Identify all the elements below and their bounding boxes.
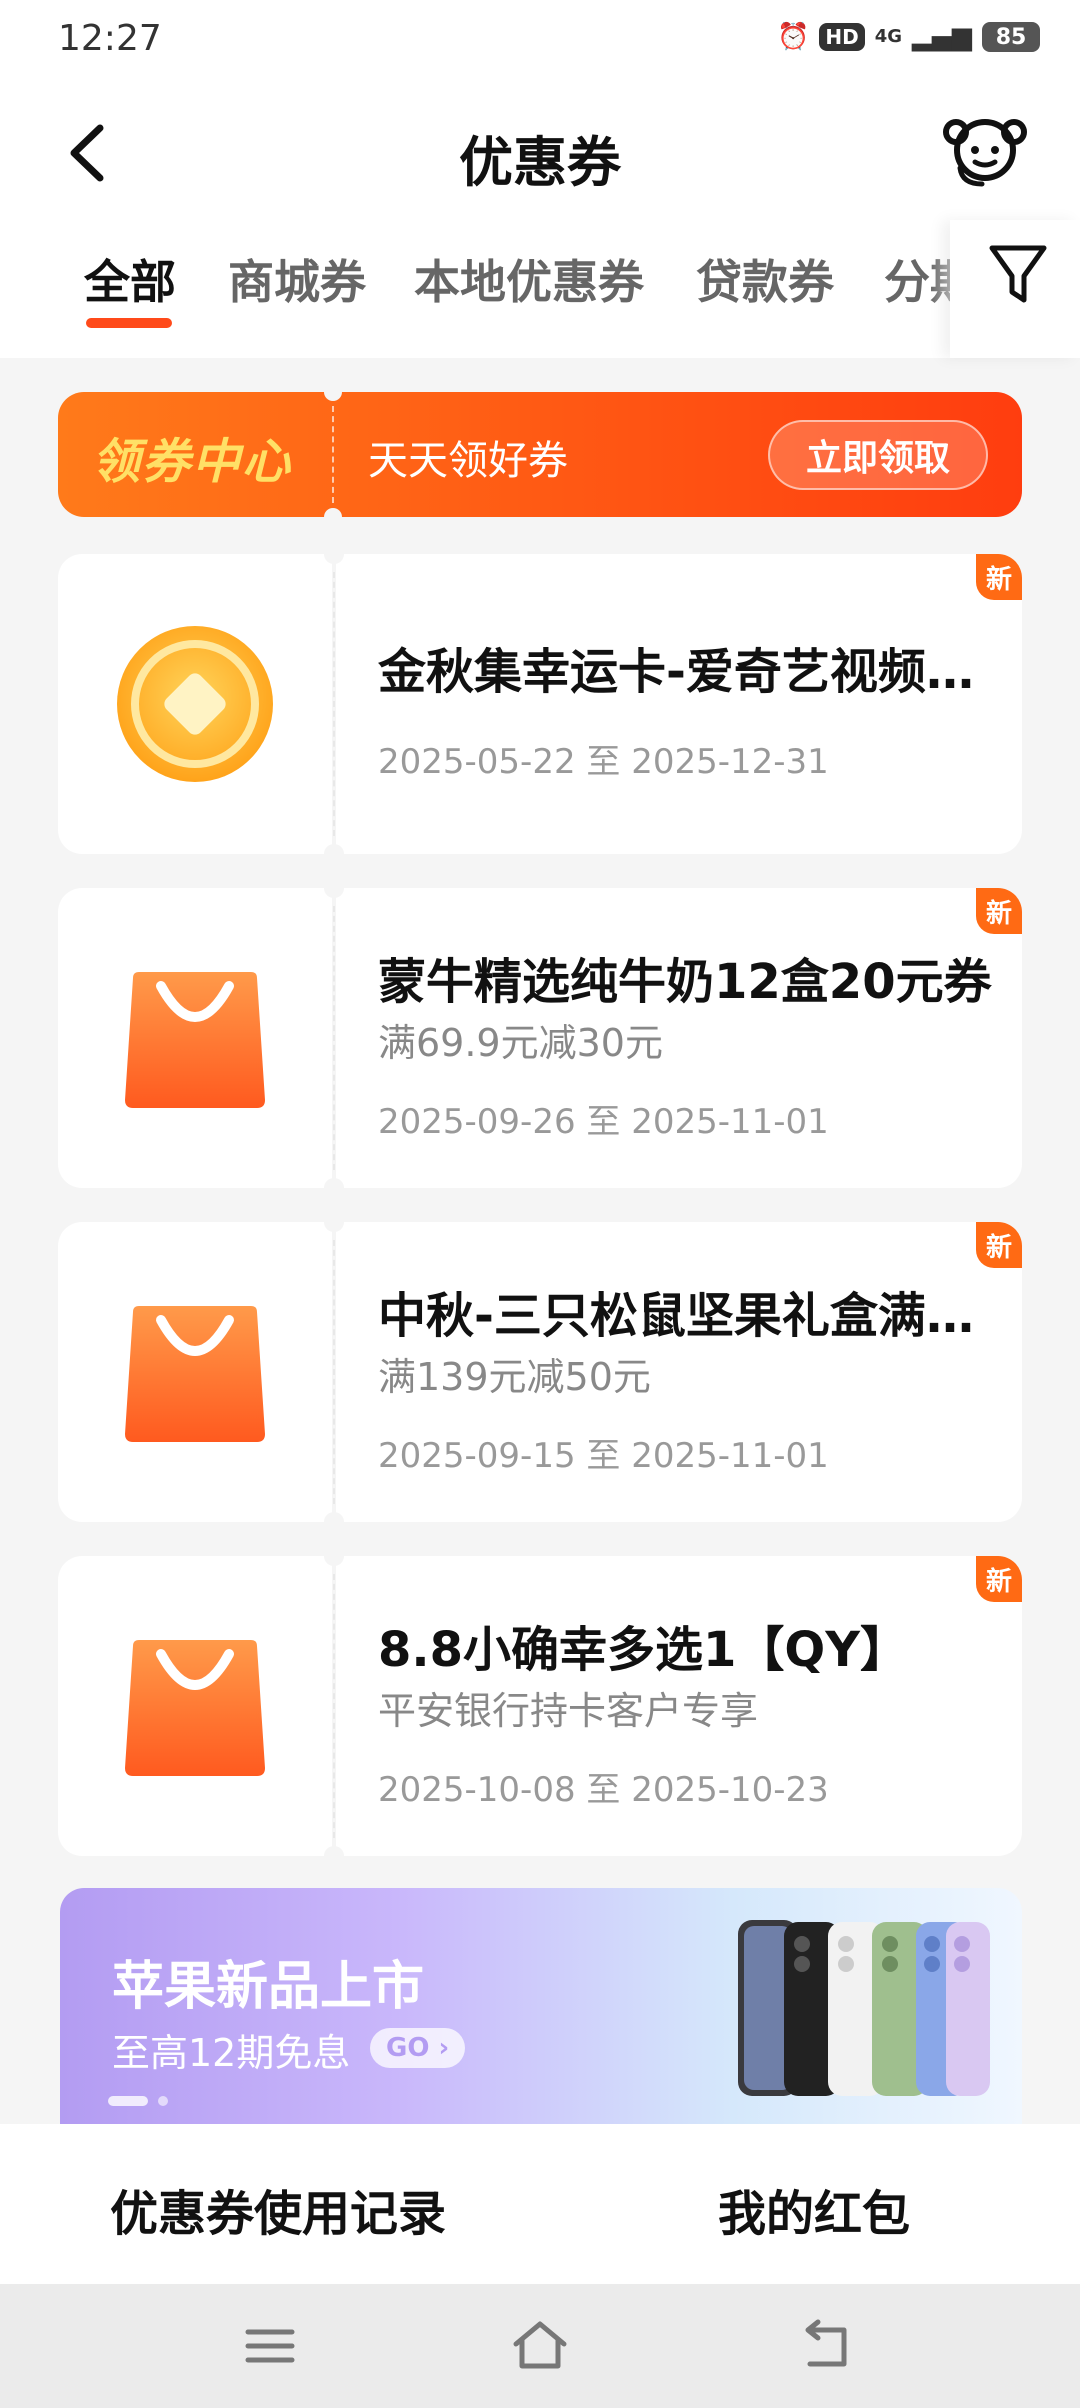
coupon-title: 蒙牛精选纯牛奶12盒20元券 <box>378 954 992 1010</box>
promo-go-button[interactable]: GO › <box>370 2028 466 2068</box>
carousel-dot-active <box>108 2096 148 2106</box>
coupon-divider <box>333 906 335 1170</box>
notch <box>324 1846 344 1866</box>
category-tabs: 全部 商城券 本地优惠券 贷款券 分期 <box>0 220 1080 358</box>
claim-now-button[interactable]: 立即领取 <box>767 420 988 490</box>
status-bar: 12:27 ⏰ HD 4G ▂▄▆ 85 <box>0 0 1080 80</box>
tab-local[interactable]: 本地优惠券 <box>414 246 644 312</box>
coupon-card[interactable]: 新 金秋集幸运卡-爱奇艺视频月卡 2025-05-22 至 2025-12-31 <box>58 544 1022 864</box>
coupon-card[interactable]: 新 中秋-三只松鼠坚果礼盒满139减50 满139元减50元 2025-09-1… <box>58 1212 1022 1532</box>
coupon-divider <box>333 1240 335 1504</box>
tab-loan[interactable]: 贷款券 <box>696 246 834 312</box>
page-title: 优惠券 <box>459 131 621 194</box>
coupon-condition: 满139元减50元 <box>378 1355 651 1399</box>
customer-service-button[interactable] <box>940 110 1030 190</box>
network-icon: 4G <box>874 26 902 47</box>
coupon-date: 2025-09-15 至 2025-11-01 <box>378 1436 829 1476</box>
notch <box>324 1546 344 1566</box>
home-icon[interactable] <box>508 2314 572 2378</box>
nav-bar: 优惠券 <box>0 80 1080 220</box>
carousel-dot <box>158 2096 168 2106</box>
signal-icon: ▂▄▆ <box>912 22 972 52</box>
shopping-bag-icon <box>125 1306 265 1442</box>
new-badge: 新 <box>976 1222 1022 1268</box>
filter-icon <box>989 245 1047 303</box>
coupon-card[interactable]: 新 蒙牛精选纯牛奶12盒20元券 满69.9元减30元 2025-09-26 至… <box>58 878 1022 1198</box>
new-badge: 新 <box>976 1556 1022 1602</box>
bottom-action-bar: 优惠券使用记录 我的红包 <box>0 2124 1080 2284</box>
battery-icon: 85 <box>982 22 1040 52</box>
robot-service-icon <box>943 119 1027 187</box>
coupon-divider <box>333 572 335 836</box>
coupon-date: 2025-10-08 至 2025-10-23 <box>378 1770 829 1810</box>
coupon-title: 金秋集幸运卡-爱奇艺视频月卡 <box>378 644 998 700</box>
tab-all[interactable]: 全部 <box>84 246 176 312</box>
notch <box>324 1178 344 1198</box>
coupon-title: 中秋-三只松鼠坚果礼盒满139减50 <box>378 1288 998 1344</box>
notch <box>324 508 342 517</box>
system-nav-bar <box>0 2284 1080 2408</box>
filter-button[interactable] <box>950 220 1080 358</box>
status-icons: ⏰ HD 4G ▂▄▆ 85 <box>777 22 1040 52</box>
new-badge: 新 <box>976 888 1022 934</box>
status-time: 12:27 <box>58 18 162 59</box>
new-badge: 新 <box>976 554 1022 600</box>
notch <box>324 878 344 898</box>
back-nav-icon[interactable] <box>794 2314 858 2378</box>
tab-mall[interactable]: 商城券 <box>228 246 366 312</box>
carousel-indicator <box>108 2096 168 2106</box>
coupon-center-title: 领券中心 <box>92 434 293 490</box>
coupon-date: 2025-05-22 至 2025-12-31 <box>378 742 829 782</box>
notch <box>324 844 344 864</box>
coupon-records-link[interactable]: 优惠券使用记录 <box>110 2174 446 2244</box>
iphone-product-image <box>738 1920 990 2096</box>
shopping-bag-icon <box>125 972 265 1108</box>
notch <box>324 1512 344 1532</box>
notch <box>324 544 344 564</box>
coupon-center-divider <box>332 406 334 503</box>
coupon-card-right <box>336 554 1022 854</box>
gold-coin-icon <box>117 626 273 782</box>
menu-icon[interactable] <box>238 2314 302 2378</box>
alarm-icon: ⏰ <box>776 22 810 52</box>
hd-icon: HD <box>819 23 865 51</box>
active-tab-indicator <box>86 318 172 328</box>
coupon-condition: 平安银行持卡客户专享 <box>378 1689 759 1733</box>
coupon-center-banner[interactable]: 领券中心 天天领好券 立即领取 <box>58 392 1022 517</box>
coupon-card[interactable]: 新 8.8小确幸多选1【QY】 平安银行持卡客户专享 2025-10-08 至 … <box>58 1546 1022 1866</box>
notch <box>324 1212 344 1232</box>
coupon-title: 8.8小确幸多选1【QY】 <box>378 1622 908 1678</box>
promo-title: 苹果新品上市 <box>112 1957 425 2017</box>
coupon-center-subtitle: 天天领好券 <box>368 438 568 484</box>
coupon-condition: 满69.9元减30元 <box>378 1021 663 1065</box>
shopping-bag-icon <box>125 1640 265 1776</box>
notch <box>324 392 342 401</box>
promo-banner[interactable]: 苹果新品上市 至高12期免息 GO › <box>60 1888 1022 2128</box>
promo-subtitle: 至高12期免息 <box>112 2031 351 2075</box>
coupon-date: 2025-09-26 至 2025-11-01 <box>378 1102 829 1142</box>
my-red-packet-link[interactable]: 我的红包 <box>718 2174 910 2244</box>
coupon-divider <box>333 1574 335 1838</box>
